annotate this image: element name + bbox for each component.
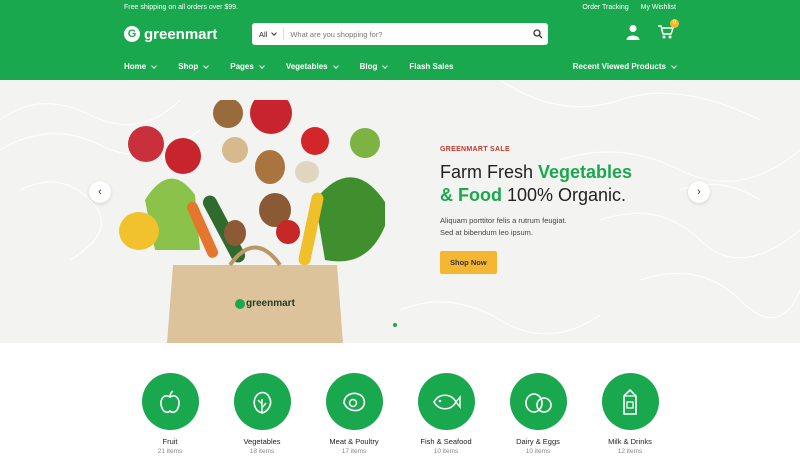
top-bar: Free shipping on all orders over $99. Or…	[0, 0, 800, 15]
chevron-right-icon: ›	[697, 186, 701, 198]
fruit-icon	[141, 373, 199, 430]
nav-item-vegetables[interactable]: Vegetables	[285, 62, 339, 71]
category-count: 12 items	[617, 448, 643, 455]
category-milk-drinks[interactable]: Milk & Drinks 12 items	[601, 373, 659, 455]
chevron-down-icon	[151, 62, 158, 69]
category-name: Fish & Seafood	[420, 437, 472, 446]
hero-eyebrow: GREENMART SALE	[440, 146, 510, 153]
category-fruit[interactable]: Fruit 21 items	[141, 373, 199, 455]
category-meat-poultry[interactable]: Meat & Poultry 17 items	[325, 373, 383, 455]
chevron-down-icon	[332, 62, 339, 69]
category-name: Dairy & Eggs	[516, 437, 560, 446]
hero-text: GREENMART SALE Farm Fresh Vegetables & F…	[440, 146, 632, 274]
category-count: 17 items	[341, 448, 367, 455]
category-count: 10 items	[525, 448, 551, 455]
logo[interactable]: G greenmart	[124, 26, 252, 43]
shop-now-button[interactable]: Shop Now	[440, 251, 497, 274]
account-button[interactable]	[626, 24, 640, 45]
category-fish-seafood[interactable]: Fish & Seafood 10 items	[417, 373, 475, 455]
headline-part: 100% Organic.	[501, 185, 627, 205]
wishlist-link[interactable]: My Wishlist	[641, 4, 676, 11]
headline-highlight: & Food	[440, 185, 502, 205]
search-button[interactable]	[528, 24, 548, 44]
hero-desc-line: Sed at bibendum leo ipsum.	[440, 228, 533, 237]
headline-highlight: Vegetables	[538, 162, 633, 182]
carousel-dot[interactable]	[393, 323, 397, 327]
logo-text: greenmart	[144, 25, 218, 43]
kiwi-icon	[213, 100, 243, 128]
apple-icon	[128, 126, 164, 162]
search-category-select[interactable]: All	[252, 28, 285, 40]
site-header: G greenmart All What are you shopping fo…	[0, 15, 800, 53]
nav-item-label: Shop	[178, 62, 199, 71]
fish-icon	[417, 373, 475, 430]
bag-brand-text: greenmart	[246, 298, 295, 309]
milk-carton-icon	[601, 373, 659, 430]
nav-menu: Home Shop Pages Vegetables Blog Flash Sa…	[124, 62, 453, 71]
apple-icon	[165, 138, 201, 174]
logo-mark-icon: G	[124, 26, 140, 42]
recent-viewed-label: Recent Viewed Products	[572, 62, 666, 71]
carousel-prev-button[interactable]: ‹	[89, 181, 111, 203]
nav-item-blog[interactable]: Blog	[359, 62, 389, 71]
search-bar: All What are you shopping for?	[252, 23, 548, 45]
chevron-down-icon	[258, 62, 265, 69]
vegetables-icon	[233, 373, 291, 430]
nav-item-label: Vegetables	[285, 62, 328, 71]
search-icon	[533, 29, 543, 39]
meat-icon	[325, 373, 383, 430]
cart-button[interactable]: 0	[658, 18, 679, 44]
category-name: Meat & Poultry	[329, 437, 379, 446]
tomato-icon	[301, 127, 329, 155]
headline-part: Farm Fresh	[440, 162, 539, 182]
category-name: Fruit	[162, 437, 178, 446]
search-category-value: All	[259, 29, 268, 39]
hero-desc-line: Aliquam porttitor felis a rutrum feugiat…	[440, 216, 567, 225]
chevron-left-icon: ‹	[98, 186, 102, 198]
nav-item-home[interactable]: Home	[124, 62, 158, 71]
carousel-next-button[interactable]: ›	[688, 181, 710, 203]
lime-icon	[350, 128, 380, 158]
nav-item-label: Pages	[230, 62, 254, 71]
recent-viewed-dropdown[interactable]: Recent Viewed Products	[572, 62, 677, 71]
cart-count-badge: 0	[670, 18, 679, 28]
category-name: Milk & Drinks	[608, 437, 652, 446]
hero-description: Aliquam porttitor felis a rutrum feugiat…	[440, 215, 600, 239]
chevron-down-icon	[671, 62, 677, 69]
category-count: 18 items	[249, 448, 275, 455]
hero-headline: Farm Fresh Vegetables & Food 100% Organi…	[440, 161, 632, 207]
nav-item-pages[interactable]: Pages	[230, 62, 265, 71]
header-icons: 0	[626, 15, 679, 53]
chevron-down-icon	[382, 62, 389, 69]
eggs-icon	[509, 373, 567, 430]
chevron-down-icon	[203, 62, 210, 69]
category-name: Vegetables	[243, 437, 281, 446]
category-list: Fruit 21 items Vegetables 18 items Meat …	[0, 373, 800, 455]
category-count: 10 items	[433, 448, 459, 455]
category-vegetables[interactable]: Vegetables 18 items	[233, 373, 291, 455]
top-links: Order Tracking My Wishlist	[582, 4, 676, 11]
nav-item-flash-sales[interactable]: Flash Sales	[409, 62, 453, 71]
free-shipping-promo: Free shipping on all orders over $99.	[124, 4, 239, 11]
pomegranate-icon	[250, 100, 292, 134]
nav-item-label: Blog	[359, 62, 378, 71]
search-input[interactable]: What are you shopping for?	[284, 30, 528, 39]
category-count: 21 items	[157, 448, 183, 455]
category-dairy-eggs[interactable]: Dairy & Eggs 10 items	[509, 373, 567, 455]
order-tracking-link[interactable]: Order Tracking	[582, 4, 628, 11]
user-icon	[626, 24, 640, 40]
nav-item-label: Home	[124, 62, 147, 71]
chevron-down-icon	[271, 30, 278, 36]
main-nav: Home Shop Pages Vegetables Blog Flash Sa…	[0, 53, 800, 80]
nav-item-label: Flash Sales	[409, 62, 454, 71]
nav-item-shop[interactable]: Shop	[178, 62, 210, 71]
hero-banner: greenmart ‹ › GREENMART SALE Farm Fresh …	[0, 80, 800, 343]
